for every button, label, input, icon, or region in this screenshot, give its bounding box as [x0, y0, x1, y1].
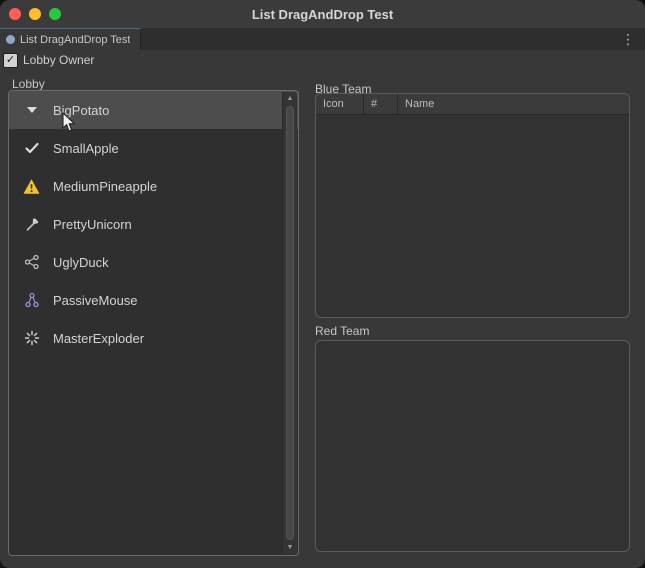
column-header-icon[interactable]: Icon [316, 94, 364, 114]
dropdown-triangle-icon [23, 102, 40, 119]
scrollbar-thumb[interactable] [286, 106, 294, 540]
list-item[interactable]: MasterExploder [9, 319, 298, 357]
list-item-label: MediumPineapple [53, 179, 157, 194]
list-item-label: PrettyUnicorn [53, 217, 132, 232]
axe-icon [23, 216, 40, 233]
red-team-label: Red Team [315, 324, 369, 338]
app-window: List DragAndDrop Test List DragAndDrop T… [0, 0, 645, 568]
minimize-button[interactable] [29, 8, 41, 20]
list-item[interactable]: PrettyUnicorn [9, 205, 298, 243]
scroll-down-icon[interactable]: ▼ [283, 541, 297, 554]
lobby-owner-row: ✓ Lobby Owner [3, 50, 94, 70]
burst-icon [23, 330, 40, 347]
nodes-purple-icon [23, 292, 40, 309]
red-team-dropzone[interactable] [315, 340, 630, 552]
list-item-label: BigPotato [53, 103, 109, 118]
titlebar: List DragAndDrop Test [0, 0, 645, 29]
traffic-lights [9, 8, 61, 20]
tab-bar: List DragAndDrop Test ⋮ [0, 28, 645, 50]
column-header-number[interactable]: # [364, 94, 398, 114]
warning-icon [23, 178, 40, 195]
column-header-name[interactable]: Name [398, 94, 629, 114]
list-item-label: MasterExploder [53, 331, 144, 346]
lobby-owner-checkbox[interactable]: ✓ [3, 53, 18, 68]
nodes-icon [23, 254, 40, 271]
list-item[interactable]: SmallApple [9, 129, 298, 167]
tab-label: List DragAndDrop Test [20, 34, 130, 46]
window-title: List DragAndDrop Test [252, 7, 393, 22]
list-item[interactable]: PassiveMouse [9, 281, 298, 319]
maximize-button[interactable] [49, 8, 61, 20]
blue-team-header-row: Icon # Name [316, 94, 629, 115]
tab-icon [6, 35, 15, 44]
list-item[interactable]: UglyDuck [9, 243, 298, 281]
list-item-label: SmallApple [53, 141, 119, 156]
list-item-label: UglyDuck [53, 255, 109, 270]
close-button[interactable] [9, 8, 21, 20]
list-item[interactable]: MediumPineapple [9, 167, 298, 205]
tab-list-draganddrop-test[interactable]: List DragAndDrop Test [0, 28, 141, 50]
lobby-list: BigPotato SmallApple MediumPineapple [8, 90, 299, 556]
lobby-section-label: Lobby [12, 77, 45, 91]
list-item[interactable]: BigPotato [9, 91, 298, 129]
checkmark-icon [23, 140, 40, 157]
lobby-owner-label: Lobby Owner [23, 53, 94, 67]
vertical-scrollbar[interactable]: ▲ ▼ [282, 92, 297, 554]
blue-team-dropzone[interactable]: Icon # Name [315, 93, 630, 318]
tab-menu-button[interactable]: ⋮ [621, 28, 635, 50]
list-item-label: PassiveMouse [53, 293, 138, 308]
scroll-up-icon[interactable]: ▲ [283, 92, 297, 105]
